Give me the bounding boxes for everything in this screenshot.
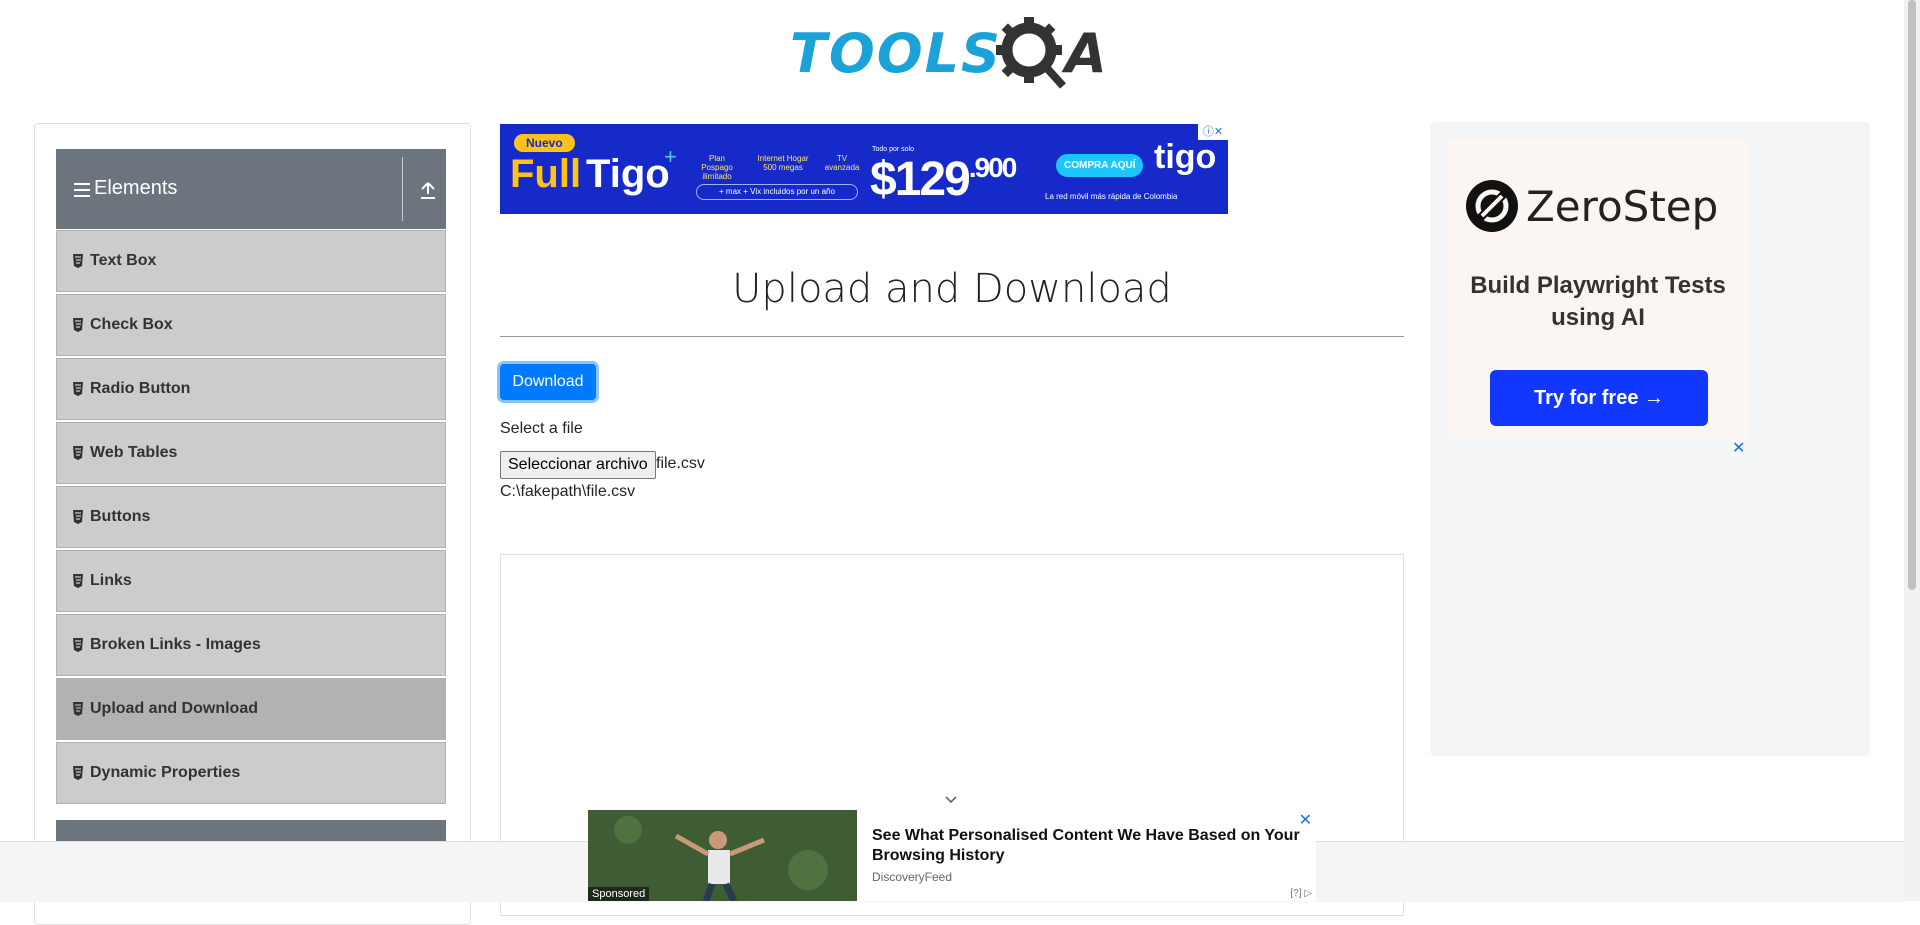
sidebar-item-check-box[interactable]: Check Box xyxy=(56,294,446,356)
header-divider xyxy=(402,157,403,221)
sidebar-item-links[interactable]: Links xyxy=(56,550,446,612)
sidebar-item-label: Broken Links - Images xyxy=(90,636,261,653)
html5-icon xyxy=(73,702,83,716)
right-ad[interactable]: ZeroStep Build Playwright Tests using AI… xyxy=(1432,124,1868,754)
ad-cta-button[interactable]: COMPRA AQUÍ xyxy=(1056,154,1144,177)
ad-headline-a: Full xyxy=(510,152,582,196)
page-scrollbar[interactable] xyxy=(1904,0,1920,901)
page-title: Upload and Download xyxy=(732,266,1172,312)
html5-icon xyxy=(73,318,83,332)
ad-tagline: La red móvil más rápida de Colombia xyxy=(1045,192,1178,201)
sidebar-item-label: Dynamic Properties xyxy=(90,764,241,781)
adchoices-icon[interactable]: [?] ▷ xyxy=(1290,888,1312,899)
scrollbar-thumb[interactable] xyxy=(1908,0,1916,590)
ad-close-icon[interactable]: ⓘ✕ xyxy=(1198,124,1228,140)
bottom-ad-close-icon[interactable]: ✕ xyxy=(1299,810,1312,830)
html5-icon xyxy=(73,254,83,268)
html5-icon xyxy=(73,382,83,396)
collapse-icon[interactable] xyxy=(418,179,438,201)
file-upload-button[interactable]: Seleccionar archivo xyxy=(500,451,656,479)
html5-icon xyxy=(73,638,83,652)
sidebar-item-label: Web Tables xyxy=(90,444,178,461)
logo-suffix: A xyxy=(1065,22,1107,85)
uploaded-file-path: C:\fakepath\file.csv xyxy=(500,483,636,500)
ad-price-value: $129 xyxy=(870,153,971,206)
sidebar-item-label: Radio Button xyxy=(90,380,191,397)
try-for-free-button[interactable]: Try for free → xyxy=(1490,370,1708,426)
sidebar-group-title: Elements xyxy=(94,177,178,199)
ad-feature-1: Plan Pospago ilimitado xyxy=(701,154,733,181)
select-file-label: Select a file xyxy=(500,420,583,437)
sidebar-item-text-box[interactable]: Text Box xyxy=(56,230,446,292)
toolsqa-logo[interactable]: TOOLS A xyxy=(790,14,1120,90)
ad-photo: Sponsored xyxy=(588,810,857,901)
sidebar-item-label: Check Box xyxy=(90,316,173,333)
ad-feature-2: Internet Hogar 500 megas xyxy=(757,154,809,172)
sidebar-item-radio-button[interactable]: Radio Button xyxy=(56,358,446,420)
sidebar-item-buttons[interactable]: Buttons xyxy=(56,486,446,548)
html5-icon xyxy=(73,510,83,524)
right-ad-close-icon[interactable]: ✕ xyxy=(1732,438,1745,458)
download-button[interactable]: Download xyxy=(500,364,596,400)
selected-file-name: file.csv xyxy=(656,455,705,472)
ad-feature-3: TV avanzada xyxy=(824,154,860,172)
html5-icon xyxy=(73,766,83,780)
ad-plus: + xyxy=(664,144,677,169)
sidebar-item-broken-links[interactable]: Broken Links - Images xyxy=(56,614,446,676)
zerostep-headline: Build Playwright Tests using AI xyxy=(1470,272,1726,331)
ad-bundle: + max + Vix incluidos por un año xyxy=(696,184,858,200)
sidebar-item-web-tables[interactable]: Web Tables xyxy=(56,422,446,484)
sidebar-item-dynamic-properties[interactable]: Dynamic Properties xyxy=(56,742,446,804)
logo-text: TOOLS xyxy=(790,22,1002,85)
ad-brand: tigo xyxy=(1154,138,1217,176)
adchoices-label: [?] xyxy=(1290,888,1302,899)
chevron-down-icon[interactable] xyxy=(944,795,958,805)
html5-icon xyxy=(73,574,83,588)
bottom-ad-source: DiscoveryFeed xyxy=(872,870,953,884)
zerostep-card[interactable]: ZeroStep Build Playwright Tests using AI… xyxy=(1448,140,1748,440)
ad-badge: Nuevo xyxy=(514,134,575,152)
sidebar-menu: Text Box Check Box Radio Button Web Tabl… xyxy=(56,230,446,806)
hamburger-icon xyxy=(74,183,90,197)
gear-icon xyxy=(996,17,1066,89)
ad-price-cents: .900 xyxy=(968,152,1017,183)
zerostep-logo-icon xyxy=(1466,180,1518,232)
bottom-ad[interactable]: Sponsored See What Personalised Content … xyxy=(588,810,1316,901)
sidebar-item-upload-download[interactable]: Upload and Download xyxy=(56,678,446,740)
html5-icon xyxy=(73,446,83,460)
sidebar-item-label: Upload and Download xyxy=(90,700,258,717)
ad-headline-b: Tigo xyxy=(586,152,670,196)
sponsored-label: Sponsored xyxy=(588,887,650,901)
ad-price: $129.900 xyxy=(870,152,1017,207)
sidebar-item-label: Links xyxy=(90,572,132,589)
sidebar-item-label: Buttons xyxy=(90,508,151,525)
title-divider xyxy=(500,336,1404,337)
bottom-ad-headline[interactable]: See What Personalised Content We Have Ba… xyxy=(872,826,1302,866)
sidebar-group-elements[interactable]: Elements xyxy=(56,149,446,229)
top-ad-banner[interactable]: Nuevo Full Tigo + Plan Pospago ilimitado… xyxy=(500,124,1228,214)
zerostep-brand: ZeroStep xyxy=(1526,182,1719,231)
sidebar-item-label: Text Box xyxy=(90,252,157,269)
